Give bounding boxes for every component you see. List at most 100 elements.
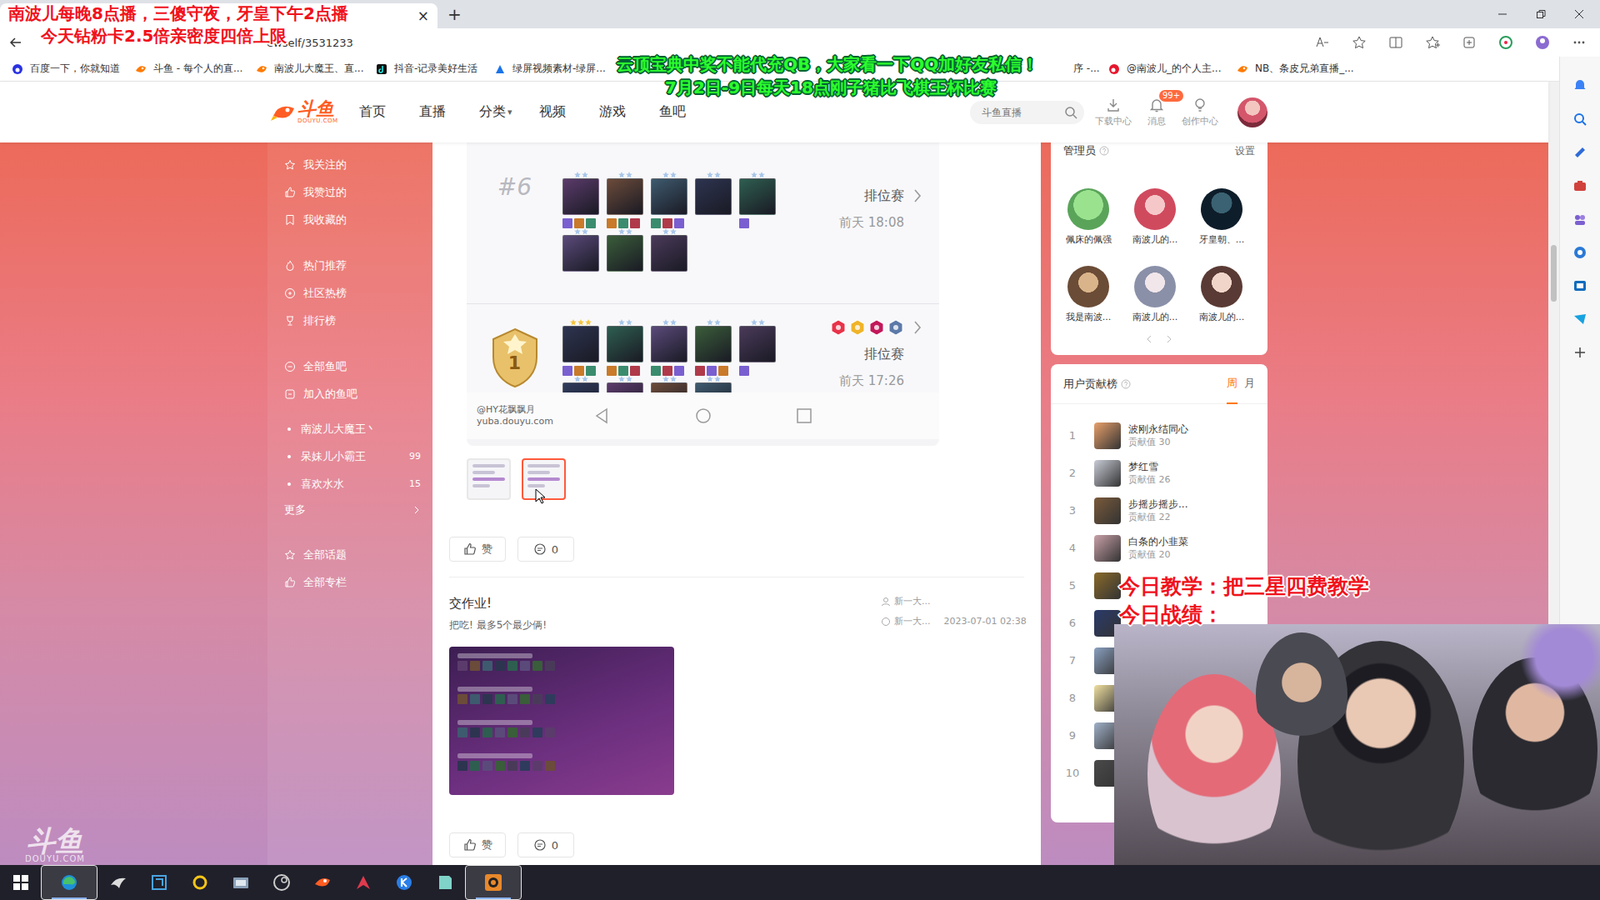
nav-link[interactable]: 首页 <box>359 103 420 121</box>
bell-icon[interactable] <box>1572 69 1588 103</box>
sidebar-item[interactable]: 我收藏的 <box>267 205 433 234</box>
champion-unit[interactable] <box>695 375 732 393</box>
sidebar-item[interactable]: 热门推荐 <box>267 251 433 280</box>
image-thumbnail[interactable] <box>521 458 566 500</box>
header-tool[interactable]: 消息99+ <box>1135 96 1178 128</box>
chevron-right-icon[interactable] <box>912 188 923 204</box>
bookmark[interactable]: 南波儿大魔王、直... <box>255 61 376 76</box>
search-input[interactable] <box>981 106 1065 119</box>
sidebar-item[interactable]: 全部话题 <box>267 540 433 569</box>
period-tab[interactable]: 周 <box>1226 364 1238 405</box>
bookmark[interactable]: NB、条皮兄弟直播_... <box>1236 61 1404 76</box>
match-row[interactable]: #6排位赛前天 18:08 <box>466 142 940 305</box>
sidebar-item[interactable]: 南波儿大魔王丶 <box>267 415 433 443</box>
help-icon[interactable] <box>1099 145 1110 156</box>
toolbox-icon[interactable] <box>1572 169 1588 203</box>
champion-unit[interactable] <box>650 375 688 393</box>
tab-close-button[interactable]: × <box>417 7 430 25</box>
sidebar-item[interactable]: 全部专栏 <box>267 568 433 596</box>
extension-icon[interactable] <box>1498 35 1514 50</box>
header-tool[interactable]: 下载中心 <box>1092 96 1135 128</box>
champion-unit[interactable] <box>739 319 776 376</box>
header-tool[interactable]: 创作中心 <box>1179 96 1221 128</box>
champion-unit[interactable] <box>562 375 600 393</box>
nav-link[interactable]: 视频 <box>539 103 600 121</box>
tag-icon[interactable] <box>1572 135 1588 170</box>
profile-icon[interactable] <box>1535 35 1550 50</box>
champion-unit[interactable] <box>695 319 732 376</box>
champion-unit[interactable] <box>562 319 600 376</box>
taskbar-app[interactable] <box>97 865 139 900</box>
prev-arrow-icon[interactable] <box>1145 335 1153 344</box>
help-icon[interactable] <box>1120 379 1131 390</box>
nav-link[interactable]: 分类▾ <box>479 103 540 121</box>
taskbar-app[interactable] <box>465 865 522 900</box>
outlook-icon[interactable] <box>1572 269 1588 303</box>
sidebar-item[interactable]: 全部鱼吧 <box>267 352 433 380</box>
douyu-logo[interactable]: 斗鱼DOUYU.COM <box>270 100 360 125</box>
sidebar-item[interactable]: 排行榜 <box>267 306 433 335</box>
settings-link[interactable]: 设置 <box>1235 144 1255 159</box>
taskbar-app[interactable] <box>424 865 465 900</box>
taskbar-app[interactable] <box>220 865 261 900</box>
taskbar-app[interactable] <box>260 865 302 900</box>
like-button[interactable]: 赞 <box>449 536 506 562</box>
sidebar-item[interactable]: 我赞过的 <box>267 178 433 206</box>
read-aloud-icon[interactable] <box>1315 35 1330 50</box>
champion-unit[interactable] <box>650 228 688 285</box>
close-icon[interactable] <box>1573 8 1585 20</box>
people-icon[interactable] <box>1572 202 1588 236</box>
office-icon[interactable] <box>1572 235 1588 270</box>
champion-unit[interactable] <box>695 171 732 229</box>
menu-icon[interactable] <box>1571 35 1587 50</box>
new-tab-button[interactable]: + <box>447 4 462 25</box>
period-tab[interactable]: 月 <box>1244 364 1255 405</box>
bookmark[interactable]: 百度一下，你就知道 <box>11 61 135 76</box>
favorites-icon[interactable] <box>1425 35 1440 50</box>
taskbar-app[interactable] <box>0 865 41 900</box>
champion-unit[interactable] <box>606 171 644 229</box>
nav-link[interactable]: 游戏 <box>599 103 660 121</box>
taskbar-app[interactable] <box>138 865 180 900</box>
taskbar-app[interactable] <box>40 865 98 900</box>
taskbar-app[interactable] <box>342 865 384 900</box>
champion-unit[interactable] <box>739 171 776 229</box>
add-icon[interactable] <box>1572 335 1588 370</box>
back-arrow-icon[interactable] <box>8 35 24 50</box>
restore-icon[interactable] <box>1535 8 1547 20</box>
sidebar-item[interactable]: 社区热榜 <box>267 279 433 307</box>
champion-unit[interactable] <box>606 375 644 393</box>
taskbar-app[interactable] <box>179 865 220 900</box>
champion-unit[interactable] <box>650 171 688 229</box>
scrollbar-thumb[interactable] <box>1550 245 1557 302</box>
sidebar-item[interactable]: 喜欢水水15 <box>267 470 433 498</box>
champion-unit[interactable] <box>562 171 600 229</box>
split-screen-icon[interactable] <box>1388 35 1404 50</box>
taskbar-app[interactable] <box>383 865 425 900</box>
bookmark[interactable]: 抖音-记录美好生活 <box>375 61 495 76</box>
comment-button[interactable]: 0 <box>517 832 575 858</box>
sidebar-item[interactable]: 呆妹儿小霸王99 <box>267 442 433 470</box>
chevron-right-icon[interactable] <box>912 320 923 335</box>
comment-button[interactable]: 0 <box>517 536 575 562</box>
contribution-row[interactable]: 3步摇步摇步...贡献值 22 <box>1050 491 1268 530</box>
admin-member[interactable]: 佩床的佩强 <box>1055 188 1122 246</box>
admin-member[interactable]: 牙皇朝、... <box>1188 188 1255 246</box>
send-icon[interactable] <box>1572 302 1588 336</box>
contribution-row[interactable]: 4白条的小韭菜贡献值 20 <box>1050 529 1268 567</box>
bookmark[interactable]: @南波儿_的个人主... <box>1108 61 1237 76</box>
favorite-icon[interactable] <box>1351 35 1367 50</box>
bookmark[interactable]: 序 -... <box>1073 61 1109 76</box>
contribution-row[interactable]: 1波刚永结同心贡献值 30 <box>1050 416 1268 455</box>
sidebar-item[interactable]: 更多 <box>267 497 433 523</box>
minimize-icon[interactable] <box>1496 8 1509 20</box>
champion-unit[interactable] <box>606 319 644 376</box>
next-arrow-icon[interactable] <box>1165 335 1173 344</box>
post-image[interactable] <box>449 646 675 795</box>
champion-unit[interactable] <box>606 228 644 285</box>
champion-unit[interactable] <box>650 319 688 376</box>
search-icon[interactable] <box>1572 102 1588 136</box>
like-button[interactable]: 赞 <box>449 832 506 858</box>
search-icon[interactable] <box>1064 105 1078 120</box>
admin-member[interactable]: 我是南波... <box>1055 265 1122 324</box>
